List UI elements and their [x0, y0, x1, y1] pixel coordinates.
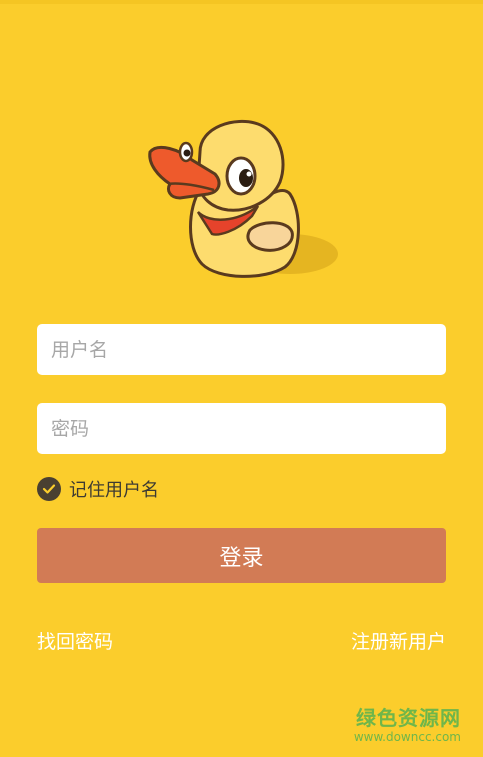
watermark: 绿色资源网 www.downcc.com: [354, 706, 461, 744]
forgot-password-link[interactable]: 找回密码: [37, 627, 113, 654]
watermark-title: 绿色资源网: [356, 706, 461, 730]
login-screen: 记住用户名 登录 找回密码 注册新用户 绿色资源网 www.downcc.com: [0, 0, 483, 757]
status-bar: [0, 0, 483, 4]
login-button-label: 登录: [219, 544, 264, 570]
watermark-url: www.downcc.com: [353, 730, 461, 744]
username-input[interactable]: [37, 324, 446, 375]
register-link[interactable]: 注册新用户: [351, 627, 446, 654]
duck-mascot-icon: [140, 112, 345, 287]
password-input[interactable]: [37, 403, 446, 454]
remember-username-checkbox[interactable]: 记住用户名: [37, 476, 159, 501]
username-field[interactable]: [37, 324, 446, 375]
password-field[interactable]: [37, 403, 446, 454]
remember-username-label: 记住用户名: [69, 479, 159, 501]
login-button[interactable]: 登录: [37, 528, 446, 583]
checkmark-icon[interactable]: [37, 476, 61, 501]
